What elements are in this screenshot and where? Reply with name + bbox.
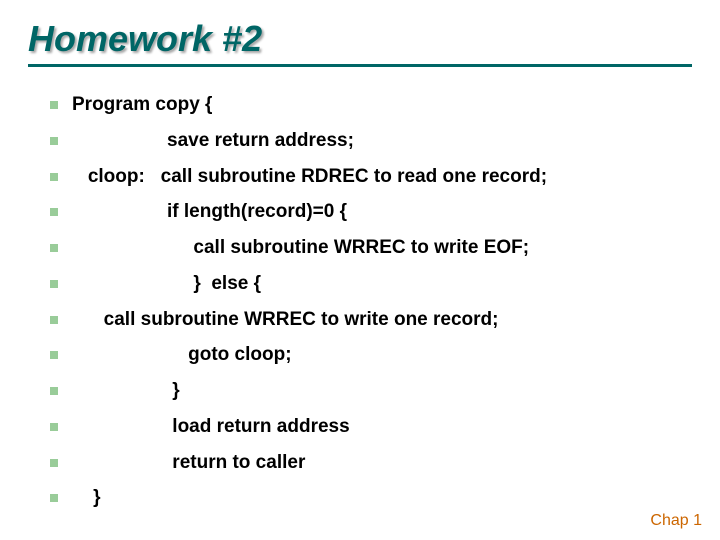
title-underline (28, 64, 692, 67)
code-line: call subroutine WRREC to write EOF; (72, 236, 529, 260)
bullet-icon (50, 173, 58, 181)
list-item: return to caller (50, 451, 692, 475)
list-item: call subroutine WRREC to write one recor… (50, 308, 692, 332)
code-line: goto cloop; (72, 343, 292, 367)
code-line: Program copy { (72, 93, 212, 117)
bullet-icon (50, 280, 58, 288)
list-item: cloop: call subroutine RDREC to read one… (50, 165, 692, 189)
list-item: } else { (50, 272, 692, 296)
code-line: return to caller (72, 451, 305, 475)
bullet-icon (50, 137, 58, 145)
code-line: } (72, 486, 101, 510)
bullet-icon (50, 423, 58, 431)
code-line: call subroutine WRREC to write one recor… (72, 308, 499, 332)
code-line: } (72, 379, 180, 403)
bullet-icon (50, 244, 58, 252)
list-item: } (50, 379, 692, 403)
bullet-icon (50, 316, 58, 324)
footer-chapter: Chap 1 (650, 512, 702, 530)
code-line: if length(record)=0 { (72, 200, 347, 224)
bullet-icon (50, 387, 58, 395)
code-line: } else { (72, 272, 261, 296)
page-title: Homework #2 (28, 18, 692, 60)
content-block: Program copy { save return address; cloo… (28, 93, 692, 510)
bullet-icon (50, 459, 58, 467)
code-line: save return address; (72, 129, 354, 153)
bullet-icon (50, 494, 58, 502)
bullet-icon (50, 101, 58, 109)
list-item: if length(record)=0 { (50, 200, 692, 224)
list-item: Program copy { (50, 93, 692, 117)
list-item: goto cloop; (50, 343, 692, 367)
list-item: save return address; (50, 129, 692, 153)
code-line: cloop: call subroutine RDREC to read one… (72, 165, 547, 189)
list-item: } (50, 486, 692, 510)
slide: Homework #2 Program copy { save return a… (0, 0, 720, 540)
bullet-icon (50, 208, 58, 216)
list-item: load return address (50, 415, 692, 439)
bullet-icon (50, 351, 58, 359)
code-line: load return address (72, 415, 350, 439)
list-item: call subroutine WRREC to write EOF; (50, 236, 692, 260)
